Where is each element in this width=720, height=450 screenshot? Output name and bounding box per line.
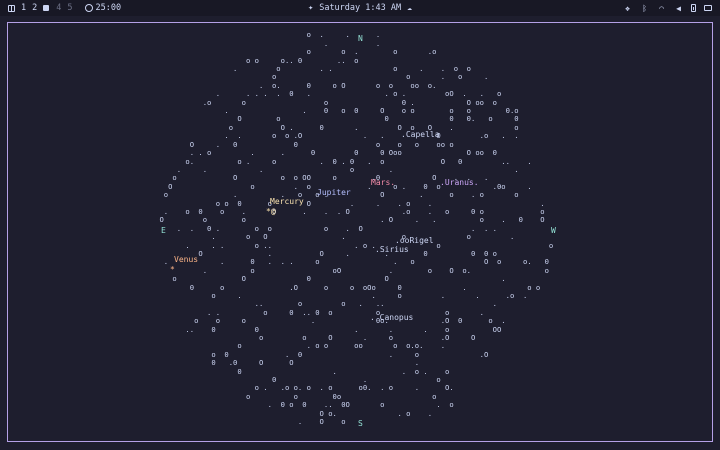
planet-mercury: Mercury	[270, 197, 304, 206]
dropbox-icon[interactable]: ❖	[623, 4, 632, 13]
display-icon[interactable]	[704, 5, 712, 11]
compass-west: W	[551, 226, 556, 235]
workspace-switcher: 1 2 4 5 25:00	[8, 0, 121, 16]
system-tray: ❖ ᛒ ◠ ◀	[623, 0, 712, 16]
battery-icon[interactable]	[691, 4, 696, 12]
workspace-1[interactable]: 1	[21, 0, 26, 16]
workspace-4[interactable]: 4	[56, 0, 61, 16]
datetime[interactable]: Saturday 1:43 AM	[319, 3, 401, 13]
sun-icon: ✦	[308, 3, 314, 13]
star-canopus: . Canopus	[370, 313, 414, 322]
focus-timer-value: 25:00	[95, 3, 122, 13]
compass-south: S	[358, 419, 363, 428]
cloud-icon: ☁	[407, 3, 412, 12]
star-rigel: .ooRigel	[395, 236, 434, 245]
workspace-3-active[interactable]	[43, 5, 50, 11]
planet-jupiter: Jupiter	[317, 188, 351, 197]
wifi-icon[interactable]: ◠	[657, 4, 666, 13]
star-sirius: .Sirius	[375, 245, 409, 254]
compass-east: E	[161, 226, 166, 235]
workspace-5[interactable]: 5	[67, 0, 72, 16]
bluetooth-icon[interactable]: ᛒ	[640, 4, 649, 13]
grid-icon[interactable]	[8, 4, 15, 12]
planet-mars: Mars.	[371, 178, 396, 187]
focus-timer-icon	[84, 4, 93, 12]
planet-venus-marker: *	[170, 265, 175, 274]
planet-mercury-marker: *@	[266, 207, 276, 216]
star-field: o . . . . . o o . o .o o o o.. 0 .. o . …	[159, 30, 554, 427]
planet-venus: Venus	[174, 255, 199, 264]
star-capella: .Capella	[401, 130, 440, 139]
volume-icon[interactable]: ◀	[674, 4, 683, 13]
workspace-2[interactable]: 2	[32, 0, 37, 16]
focus-timer[interactable]: 25:00	[84, 0, 122, 16]
top-bar: 1 2 4 5 25:00 ✦ Saturday 1:43 AM ☁ ❖ ᛒ ◠ ◀	[0, 0, 720, 16]
compass-north: N	[358, 34, 363, 43]
sky-map: o . . . . . o o . o .o o o o.. 0 .. o . …	[7, 22, 713, 442]
planet-uranus: .Uranus.	[440, 178, 479, 187]
